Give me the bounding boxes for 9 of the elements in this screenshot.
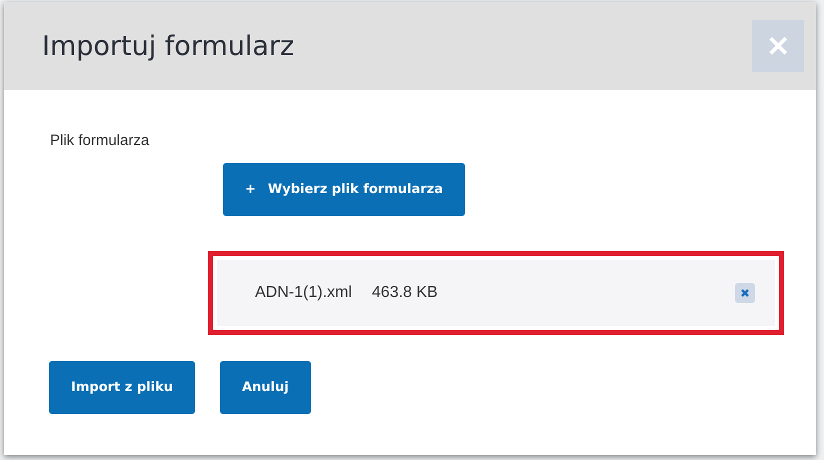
remove-file-button[interactable] [735,283,755,303]
file-name: ADN-1(1).xml [255,284,352,302]
choose-file-button[interactable]: + Wybierz plik formularza [223,163,465,216]
file-size: 463.8 KB [372,284,438,302]
cancel-button[interactable]: Anuluj [220,361,311,414]
close-icon [740,288,750,298]
field-label: Plik formularza [50,132,150,149]
import-button[interactable]: Import z pliku [49,361,195,414]
dialog-title: Importuj formularz [42,30,294,62]
